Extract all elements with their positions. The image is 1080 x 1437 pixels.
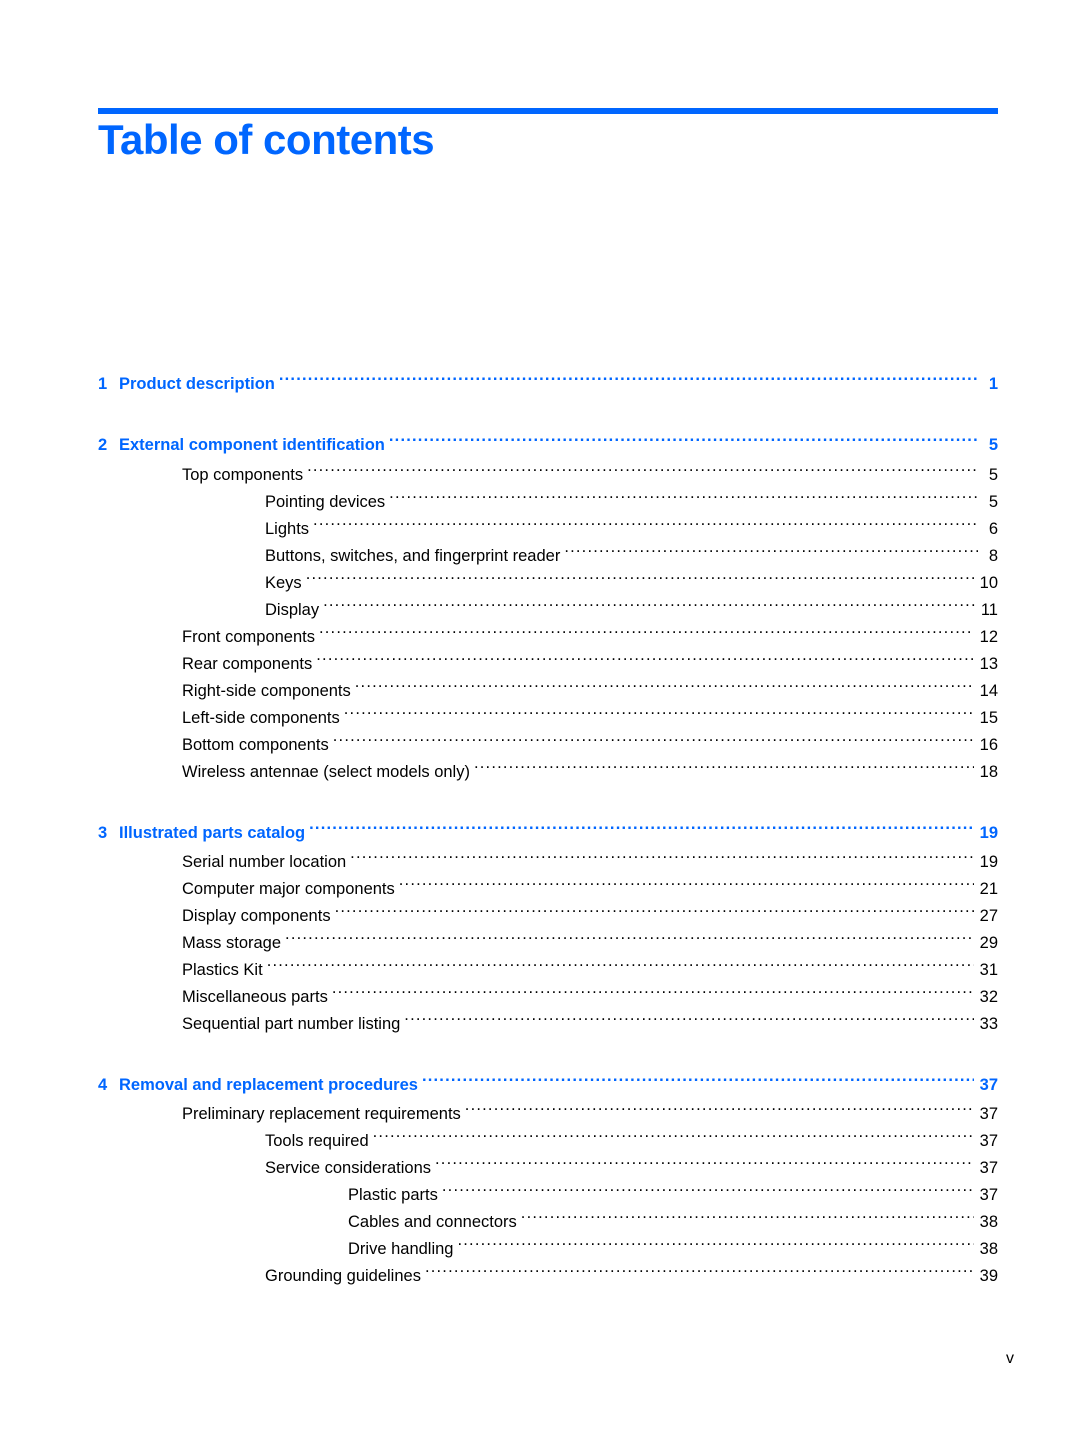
dot-leader (319, 615, 974, 642)
dot-leader (313, 507, 978, 534)
dot-leader (457, 1227, 973, 1254)
dot-leader (521, 1200, 974, 1227)
toc-entry[interactable]: Serial number location19 (98, 840, 998, 876)
dot-leader (465, 1092, 974, 1119)
toc-entry[interactable]: Service considerations37 (98, 1146, 998, 1182)
toc-entry[interactable]: Display11 (98, 588, 998, 624)
dot-leader (425, 1254, 974, 1281)
toc-entry-page[interactable]: 33 (974, 1011, 998, 1038)
toc-entry[interactable]: Display components27 (98, 894, 998, 930)
dot-leader (404, 1002, 973, 1029)
toc-entry-label[interactable]: Product description (119, 371, 279, 398)
toc-entry-page[interactable]: 1 (978, 371, 998, 398)
dot-leader (350, 840, 973, 867)
toc-entry[interactable]: Lights6 (98, 507, 998, 543)
dot-leader (267, 948, 974, 975)
toc-entry[interactable]: Computer major components21 (98, 867, 998, 903)
toc-entry[interactable]: Buttons, switches, and fingerprint reade… (98, 534, 998, 570)
toc-chapter-entry[interactable]: 2External component identification5 (98, 423, 998, 459)
toc-chapter-entry[interactable]: 3Illustrated parts catalog19 (98, 811, 998, 847)
toc-entry-label[interactable]: Grounding guidelines (265, 1263, 425, 1290)
toc-entry[interactable]: Plastics Kit31 (98, 948, 998, 984)
dot-leader (389, 423, 978, 450)
toc-entry[interactable]: Wireless antennae (select models only) 18 (98, 750, 998, 786)
toc-entry[interactable]: Mass storage29 (98, 921, 998, 957)
toc-entry[interactable]: Grounding guidelines 39 (98, 1254, 998, 1290)
dot-leader (323, 588, 975, 615)
toc-entry[interactable]: Tools required37 (98, 1119, 998, 1155)
toc-entry[interactable]: Preliminary replacement requirements37 (98, 1092, 998, 1128)
toc-entry-page[interactable]: 39 (974, 1263, 998, 1290)
dot-leader (373, 1119, 974, 1146)
toc-entry-page[interactable]: 18 (974, 759, 998, 786)
toc-entry[interactable]: Bottom components16 (98, 723, 998, 759)
toc-entry[interactable]: Cables and connectors38 (98, 1200, 998, 1236)
dot-leader (564, 534, 978, 561)
page-title: Table of contents (98, 116, 435, 163)
dot-leader (355, 669, 974, 696)
dot-leader (474, 750, 974, 777)
dot-leader (285, 921, 974, 948)
dot-leader (422, 1063, 974, 1090)
toc-entry-label[interactable]: Wireless antennae (select models only) (182, 759, 474, 786)
dot-leader (316, 642, 973, 669)
toc-entry[interactable]: Miscellaneous parts32 (98, 975, 998, 1011)
dot-leader (306, 561, 974, 588)
dot-leader (309, 811, 974, 838)
toc-chapter-entry[interactable]: 4Removal and replacement procedures37 (98, 1063, 998, 1099)
dot-leader (279, 362, 978, 389)
toc-entry[interactable]: Rear components13 (98, 642, 998, 678)
toc-entry[interactable]: Right-side components14 (98, 669, 998, 705)
toc-entry-label[interactable]: Sequential part number listing (182, 1011, 405, 1038)
chapter-number: 1 (98, 375, 108, 393)
dot-leader (333, 723, 974, 750)
toc-entry[interactable]: Top components5 (98, 453, 998, 489)
toc-entry[interactable]: Pointing devices5 (98, 480, 998, 516)
dot-leader (332, 975, 974, 1002)
dot-leader (435, 1146, 974, 1173)
toc-entry[interactable]: Plastic parts37 (98, 1173, 998, 1209)
dot-leader (389, 480, 978, 507)
page-number: v (1006, 1350, 1014, 1367)
toc-entry[interactable]: Sequential part number listing 33 (98, 1002, 998, 1038)
dot-leader (307, 453, 978, 480)
toc-entry[interactable]: Front components12 (98, 615, 998, 651)
dot-leader (399, 867, 974, 894)
dot-leader (442, 1173, 974, 1200)
toc-entry[interactable]: Left-side components15 (98, 696, 998, 732)
toc-entry[interactable]: Drive handling38 (98, 1227, 998, 1263)
dot-leader (335, 894, 974, 921)
toc-chapter-entry[interactable]: 1 Product description 1 (98, 362, 998, 398)
toc-entry[interactable]: Keys10 (98, 561, 998, 597)
dot-leader (344, 696, 974, 723)
